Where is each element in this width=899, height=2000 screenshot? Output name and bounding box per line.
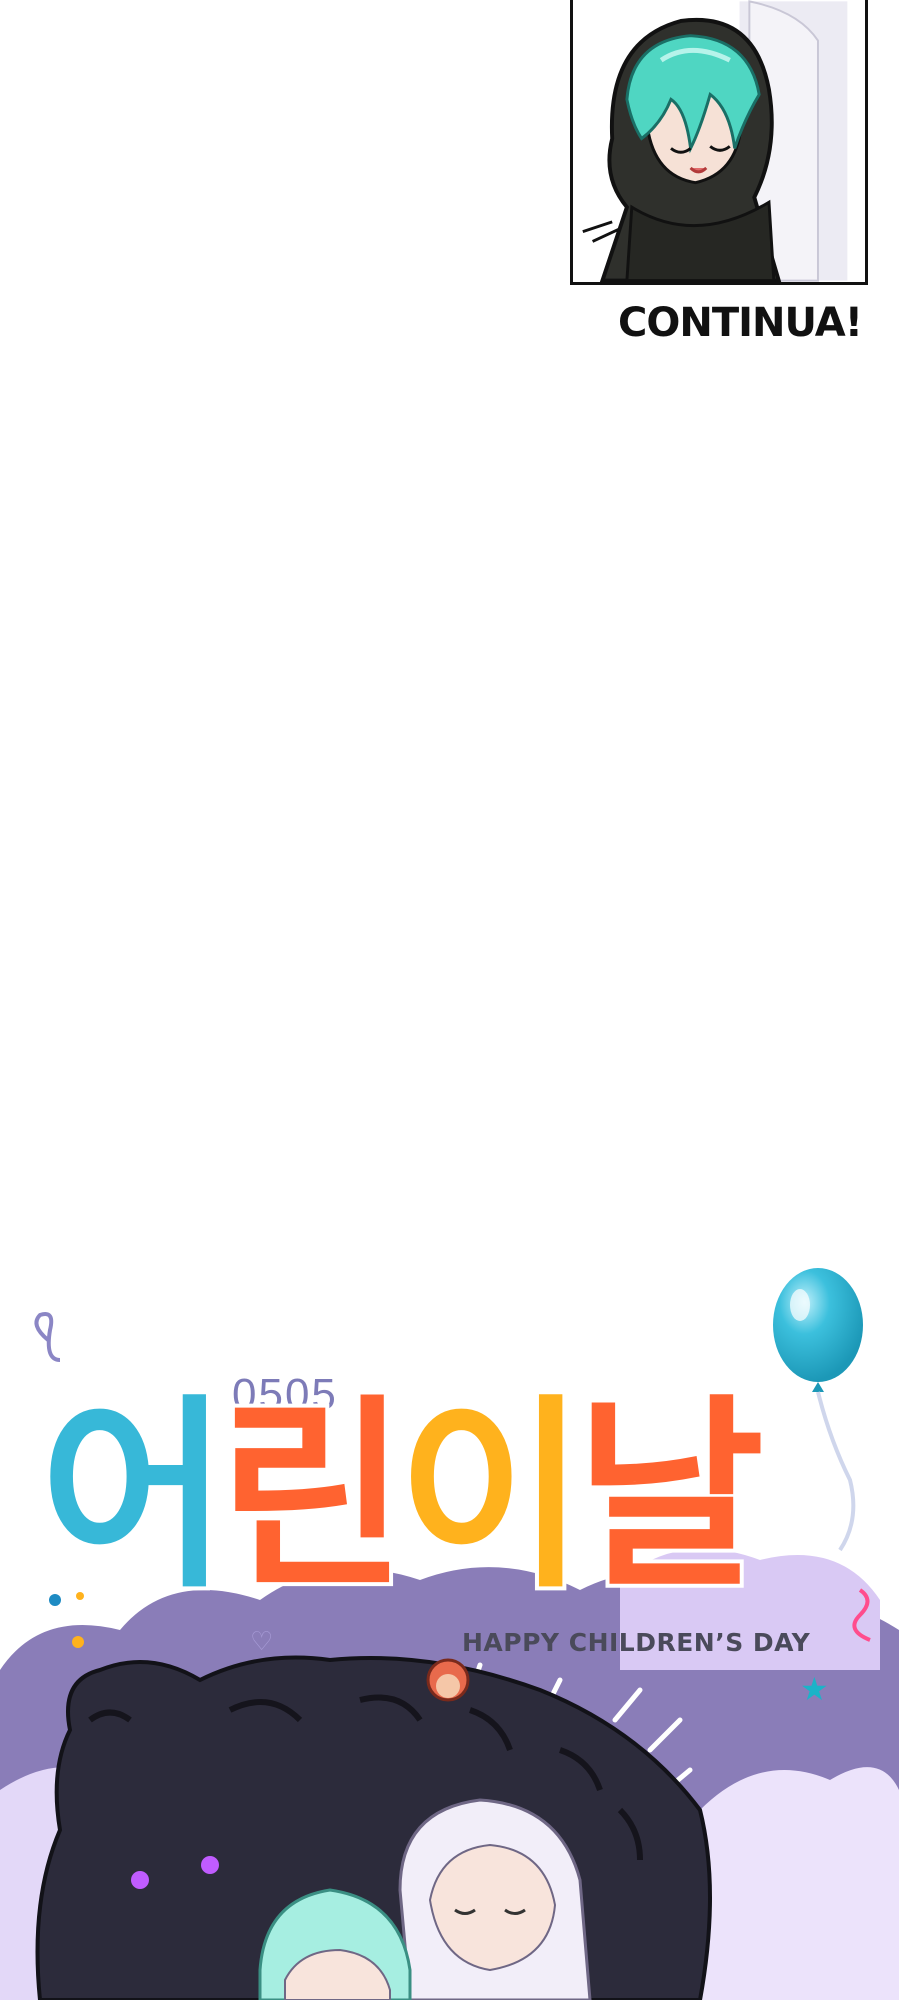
banner-illustration: ♡ ♡ ♡ ★: [0, 1250, 899, 2000]
comic-panel: [570, 0, 868, 285]
banner-subtitle: HAPPY CHILDREN’S DAY: [462, 1628, 811, 1657]
title-char-4: 날: [572, 1378, 769, 1616]
svg-text:♡: ♡: [250, 1627, 273, 1657]
banner-title: 어린이날: [36, 1391, 840, 1604]
svg-text:★: ★: [800, 1670, 829, 1708]
title-char-3: 이: [393, 1378, 590, 1616]
childrens-day-banner: ♡ ♡ ♡ ★: [0, 1250, 899, 2000]
title-char-1: 어: [36, 1378, 233, 1616]
title-char-2: 린: [215, 1378, 412, 1616]
continue-caption: CONTINUA!: [618, 300, 863, 346]
hooded-character-icon: [573, 0, 865, 282]
